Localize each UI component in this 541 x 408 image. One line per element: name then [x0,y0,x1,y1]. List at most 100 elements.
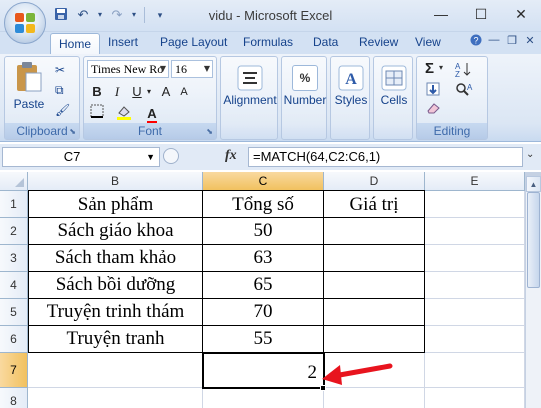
italic-button[interactable]: I [107,82,127,102]
table-cell[interactable] [203,388,324,408]
column-header-c[interactable]: C [203,172,324,191]
table-cell[interactable] [425,388,525,408]
table-cell-total[interactable]: 70 [203,299,324,326]
office-button[interactable] [4,2,46,44]
table-cell-value[interactable] [324,245,425,272]
scrollbar-thumb[interactable] [527,192,540,288]
name-box[interactable]: C7 ▼ [2,147,160,167]
split-box[interactable] [525,172,541,176]
column-header-b[interactable]: B [28,172,203,191]
fill-icon[interactable] [425,81,441,100]
shrink-font-button[interactable]: A [174,82,194,102]
cells-button[interactable]: Cells [374,65,414,107]
row-header-7[interactable]: 7 [0,353,28,388]
table-cell[interactable] [28,388,203,408]
worksheet-grid[interactable]: B C D E 1 2 3 4 5 6 7 8 Sản phẩm Tổng số… [0,172,525,408]
insert-function-button[interactable]: fx [225,148,237,164]
tab-home[interactable]: Home [50,33,101,55]
tab-view[interactable]: View [415,35,441,49]
clipboard-dialog-launcher[interactable]: ⬊ [69,127,76,136]
formula-input[interactable]: =MATCH(64,C2:C6,1) [248,147,523,167]
table-cell[interactable] [425,272,525,299]
autosum-button[interactable]: Σ [425,60,434,77]
row-header-3[interactable]: 3 [0,245,28,272]
autosum-dropdown-icon[interactable]: ▾ [439,63,443,72]
fill-color-icon[interactable] [114,104,134,124]
restore-button[interactable]: ☐ [461,0,501,28]
font-size-dropdown-icon[interactable]: ▼ [204,61,210,77]
table-cell-total[interactable]: 63 [203,245,324,272]
ribbon-close-icon[interactable]: ✕ [523,34,537,49]
table-cell-product[interactable]: Sách giáo khoa [28,218,203,245]
bold-button[interactable]: B [87,82,107,102]
close-button[interactable]: ✕ [501,0,541,28]
table-cell[interactable] [425,299,525,326]
number-button[interactable]: % Number [282,65,328,107]
table-cell[interactable] [425,245,525,272]
underline-dropdown-icon[interactable]: ▾ [144,82,154,102]
table-cell-product[interactable]: Truyện tranh [28,326,203,353]
header-cell-total[interactable]: Tổng số [203,190,324,218]
formula-bar-handle-icon [163,148,179,164]
expand-formula-bar-icon[interactable]: ⌄ [526,149,534,160]
paste-button[interactable]: Paste [9,61,49,111]
table-cell-product[interactable]: Sách tham khảo [28,245,203,272]
table-cell-value[interactable] [324,299,425,326]
tab-data[interactable]: Data [313,35,338,49]
minimize-button[interactable]: — [421,0,461,28]
name-box-dropdown-icon[interactable]: ▼ [146,148,155,166]
table-cell-total[interactable]: 55 [203,326,324,353]
column-header-e[interactable]: E [425,172,525,191]
copy-icon[interactable]: ⧉ [55,83,64,98]
result-cell-c7[interactable]: 2 [203,353,324,388]
header-cell-product[interactable]: Sản phẩm [28,190,203,218]
styles-label: Styles [334,93,368,107]
format-painter-icon[interactable]: 🖌 [55,103,70,117]
find-select-icon[interactable]: A [455,81,475,100]
grow-font-button[interactable]: A [156,82,176,102]
row-header-2[interactable]: 2 [0,218,28,245]
sort-filter-icon[interactable]: AZ [455,61,475,80]
table-cell-product[interactable]: Sách bồi dưỡng [28,272,203,299]
table-cell[interactable] [425,191,525,218]
tab-insert[interactable]: Insert [108,35,138,49]
select-all-button[interactable] [0,172,28,191]
cut-icon[interactable]: ✂ [55,63,65,77]
office-logo-icon [15,13,35,33]
row-header-8[interactable]: 8 [0,388,28,408]
table-cell[interactable] [425,326,525,353]
font-size-combo[interactable]: 16 ▼ [171,60,213,78]
table-cell-total[interactable]: 65 [203,272,324,299]
row-header-6[interactable]: 6 [0,326,28,353]
table-cell-value[interactable] [324,326,425,353]
table-cell[interactable] [28,353,203,388]
editing-group-label: Editing [417,123,487,139]
tab-page-layout[interactable]: Page Layout [160,35,227,49]
font-dialog-launcher[interactable]: ⬊ [206,127,213,136]
table-cell-value[interactable] [324,218,425,245]
ribbon-minimize-icon[interactable]: — [487,34,501,49]
alignment-button[interactable]: Alignment [221,65,279,107]
tab-formulas[interactable]: Formulas [243,35,293,49]
font-name-dropdown-icon[interactable]: ▼ [160,61,166,77]
clear-icon[interactable] [425,101,441,118]
table-cell[interactable] [425,218,525,245]
table-cell-value[interactable] [324,272,425,299]
table-cell[interactable] [425,353,525,388]
tab-review[interactable]: Review [359,35,398,49]
row-header-4[interactable]: 4 [0,272,28,299]
row-header-5[interactable]: 5 [0,299,28,326]
table-cell-product[interactable]: Truyện trinh thám [28,299,203,326]
borders-icon[interactable] [87,104,107,124]
vertical-scrollbar[interactable]: ▲ [525,172,541,408]
table-cell-total[interactable]: 50 [203,218,324,245]
styles-button[interactable]: A Styles [331,65,371,107]
help-icon[interactable]: ? [469,34,483,49]
font-color-icon[interactable]: A [142,104,162,124]
ribbon-restore-icon[interactable]: ❐ [505,34,519,49]
row-header-1[interactable]: 1 [0,191,28,218]
column-header-d[interactable]: D [324,172,425,191]
font-name-combo[interactable]: Times New Ro ▼ [87,60,169,78]
scroll-up-icon[interactable]: ▲ [526,176,541,192]
header-cell-value[interactable]: Giá trị [324,190,425,218]
